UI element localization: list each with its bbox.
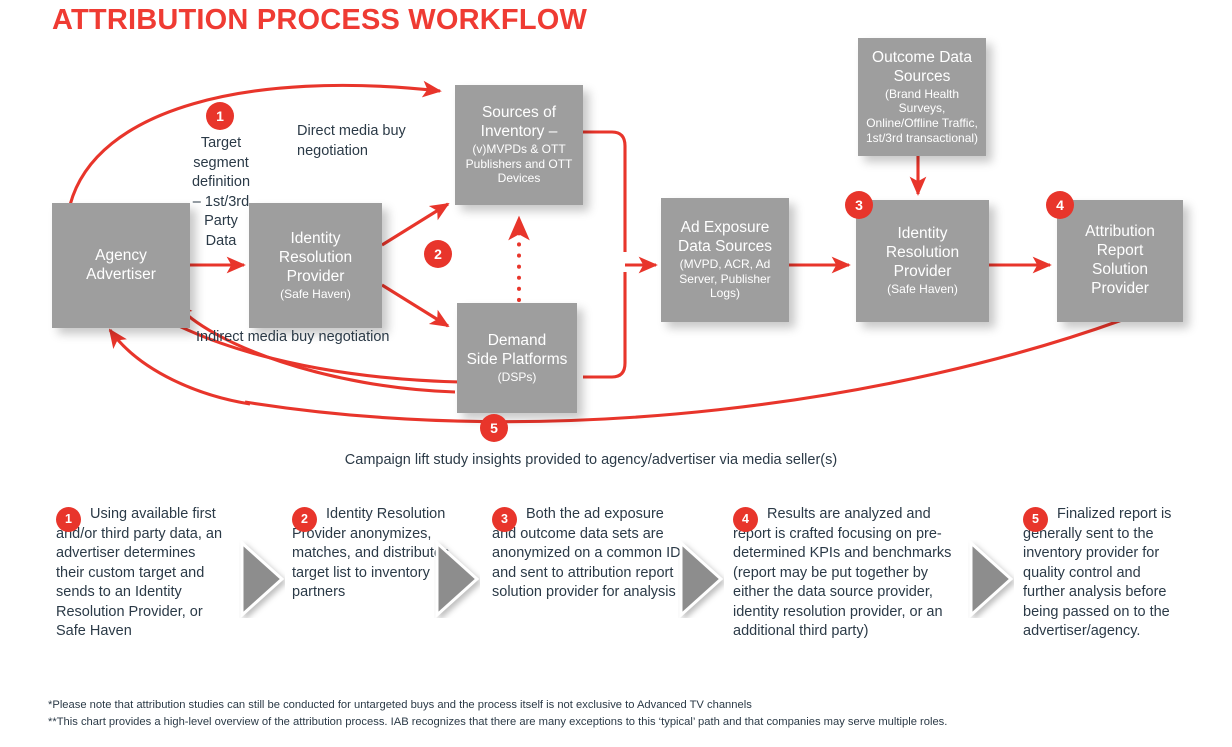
chevron-separator-1 <box>240 540 285 618</box>
label-indirect-media-buy: Indirect media buy negotiation <box>196 329 390 345</box>
step-block-3: 3 Both the ad exposure and outcome data … <box>492 505 688 603</box>
step-badge-2: 2 <box>292 507 317 532</box>
box-attribution-report-solution-provider[interactable]: Attribution Report Solution Provider <box>1057 200 1183 322</box>
box-agency-advertiser[interactable]: Agency Advertiser <box>52 203 190 328</box>
diagram-step-badge-3: 3 <box>845 191 873 219</box>
arrow-identity-to-inventory <box>381 202 450 247</box>
step-block-5: 5 Finalized report is generally sent to … <box>1023 505 1185 642</box>
step-text-4: Results are analyzed and report is craft… <box>733 506 952 640</box>
step-badge-1: 1 <box>56 507 81 532</box>
step-block-1: 1 Using available first and/or third par… <box>56 505 226 642</box>
diagram-step-badge-1: 1 <box>206 102 234 130</box>
step-text-1: Using available first and/or third party… <box>56 506 223 640</box>
diagram-step-badge-5: 5 <box>480 414 508 442</box>
workflow-diagram: ATTRIBUTION PROCESS WORKFLOW Agency Adve… <box>0 0 1232 747</box>
label-direct-media-buy: Direct media buy negotiation <box>297 123 406 159</box>
chevron-separator-4 <box>969 540 1014 618</box>
diagram-step-badge-2: 2 <box>424 240 452 268</box>
footnotes: *Please note that attribution studies ca… <box>48 697 947 732</box>
footnote-2: **This chart provides a high-level overv… <box>48 716 948 729</box>
box-identity-resolution-provider-1[interactable]: Identity Resolution Provider (Safe Haven… <box>249 203 382 328</box>
box-demand-side-platforms[interactable]: Demand Side Platforms (DSPs) <box>457 303 577 413</box>
arrow-identity-to-dsp <box>381 283 450 328</box>
step-text-3: Both the ad exposure and outcome data se… <box>492 506 681 601</box>
box-outcome-data-sources[interactable]: Outcome Data Sources (Brand Health Surve… <box>858 38 986 156</box>
chevron-separator-3 <box>679 540 724 618</box>
bracket-inventory-top <box>583 130 627 252</box>
box-sources-of-inventory[interactable]: Sources of Inventory – (v)MVPDs & OTT Pu… <box>455 85 583 205</box>
step-badge-4: 4 <box>733 507 758 532</box>
step-badge-5: 5 <box>1023 507 1048 532</box>
step-badge-3: 3 <box>492 507 517 532</box>
step-text-5: Finalized report is generally sent to th… <box>1023 506 1172 640</box>
chevron-separator-2 <box>435 540 480 618</box>
box-ad-exposure-data-sources[interactable]: Ad Exposure Data Sources (MVPD, ACR, Ad … <box>661 198 789 322</box>
label-target-segment: Target segment definition – 1st/3rd Part… <box>191 135 251 249</box>
diagram-step-badge-4: 4 <box>1046 191 1074 219</box>
bracket-dsp-bottom <box>583 272 627 379</box>
label-campaign-lift: Campaign lift study insights provided to… <box>344 452 838 468</box>
footnote-1: *Please note that attribution studies ca… <box>48 699 752 711</box>
box-identity-resolution-provider-2[interactable]: Identity Resolution Provider (Safe Haven… <box>856 200 989 322</box>
step-block-4: 4 Results are analyzed and report is cra… <box>733 505 961 642</box>
